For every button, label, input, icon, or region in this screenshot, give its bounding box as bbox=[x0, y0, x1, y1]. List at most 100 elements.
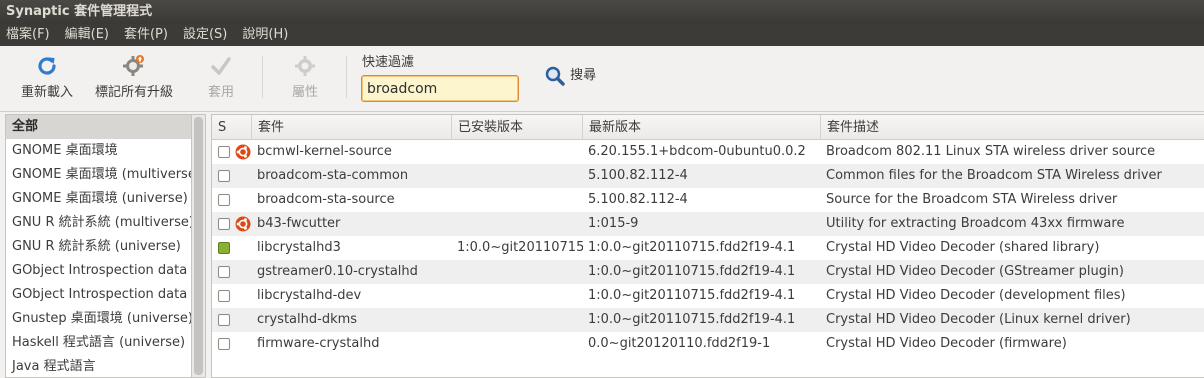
properties-button[interactable]: 屬性 bbox=[284, 54, 326, 100]
section-item[interactable]: GNOME 桌面環境 bbox=[6, 139, 191, 163]
table-row[interactable]: bcmwl-kernel-source 6.20.155.1+bdcom-0ubu… bbox=[212, 140, 1204, 164]
status-checkbox[interactable] bbox=[218, 218, 230, 230]
upgrade-gear-icon bbox=[123, 55, 144, 76]
package-description: Source for the Broadcom STA Wireless dri… bbox=[826, 192, 1118, 207]
section-item[interactable]: GNU R 統計系統 (multiverse) bbox=[6, 211, 191, 235]
quick-filter-input[interactable] bbox=[361, 75, 519, 102]
installed-version bbox=[452, 260, 583, 284]
installed-version bbox=[452, 140, 583, 164]
properties-label: 屬性 bbox=[291, 85, 318, 100]
latest-version: 1:0.0~git20110715.fdd2f19-4.1 bbox=[588, 312, 796, 327]
ubuntu-logo-icon bbox=[235, 216, 251, 232]
installed-version bbox=[452, 308, 583, 332]
status-checkbox[interactable] bbox=[218, 242, 230, 254]
section-item[interactable]: 全部 bbox=[6, 115, 191, 139]
latest-version: 5.100.82.112-4 bbox=[588, 192, 688, 207]
latest-version: 0.0~git20120110.fdd2f19-1 bbox=[588, 336, 771, 351]
section-list: 全部 GNOME 桌面環境 GNOME 桌面環境 (multiverse) GN… bbox=[5, 114, 192, 378]
latest-version: 1:0.0~git20110715.fdd2f19-4.1 bbox=[588, 288, 796, 303]
mark-all-upgrades-label: 標記所有升級 bbox=[94, 85, 173, 100]
package-description: Crystal HD Video Decoder (firmware) bbox=[826, 336, 1067, 351]
menu-bar: 檔案(F) 編輯(E) 套件(P) 設定(S) 說明(H) bbox=[0, 24, 1204, 46]
latest-version: 1:0.0~git20110715.fdd2f19-4.1 bbox=[588, 240, 796, 255]
package-description: Common files for the Broadcom STA Wirele… bbox=[826, 168, 1162, 183]
column-description[interactable]: 套件描述 bbox=[821, 115, 1204, 140]
section-item[interactable]: GNU R 統計系統 (universe) bbox=[6, 235, 191, 259]
installed-version bbox=[452, 332, 583, 356]
section-item[interactable]: Haskell 程式語言 (universe) bbox=[6, 331, 191, 355]
section-list-scrollbar[interactable] bbox=[192, 114, 206, 378]
apply-button[interactable]: 套用 bbox=[200, 54, 242, 100]
package-name: bcmwl-kernel-source bbox=[257, 144, 392, 159]
latest-version: 6.20.155.1+bdcom-0ubuntu0.0.2 bbox=[588, 144, 806, 159]
package-name: gstreamer0.10-crystalhd bbox=[257, 264, 418, 279]
package-name: broadcom-sta-common bbox=[257, 168, 409, 183]
search-button[interactable]: 搜尋 bbox=[544, 64, 596, 88]
status-checkbox[interactable] bbox=[218, 170, 230, 182]
table-row[interactable]: b43-fwcutter 1:015-9 Utility for extractin… bbox=[212, 212, 1204, 236]
section-item[interactable]: GObject Introspection data bbox=[6, 259, 191, 283]
package-description: Broadcom 802.11 Linux STA wireless drive… bbox=[826, 144, 1156, 159]
installed-version bbox=[452, 164, 583, 188]
menu-file[interactable]: 檔案(F) bbox=[0, 24, 55, 46]
package-description: Crystal HD Video Decoder (shared library… bbox=[826, 240, 1100, 255]
status-checkbox[interactable] bbox=[218, 194, 230, 206]
installed-version bbox=[452, 188, 583, 212]
reload-icon bbox=[38, 57, 56, 75]
package-name: b43-fwcutter bbox=[257, 216, 341, 231]
table-row[interactable]: libcrystalhd3 1:0.0~git20110715. 1:0.0~git… bbox=[212, 236, 1204, 260]
ubuntu-logo-icon bbox=[235, 144, 251, 160]
reload-label: 重新載入 bbox=[20, 85, 73, 100]
column-latest-version[interactable]: 最新版本 bbox=[583, 115, 821, 140]
table-row[interactable]: broadcom-sta-source 5.100.82.112-4 Source … bbox=[212, 188, 1204, 212]
section-item[interactable]: GNOME 桌面環境 (universe) bbox=[6, 187, 191, 211]
toolbar-separator bbox=[262, 56, 263, 98]
package-table: S 套件 已安裝版本 最新版本 套件描述 bcmwl-kernel-source… bbox=[211, 114, 1204, 378]
table-row[interactable]: broadcom-sta-common 5.100.82.112-4 Common … bbox=[212, 164, 1204, 188]
menu-help[interactable]: 說明(H) bbox=[236, 24, 293, 46]
package-name: broadcom-sta-source bbox=[257, 192, 395, 207]
menu-settings[interactable]: 設定(S) bbox=[177, 24, 232, 46]
scrollbar-thumb[interactable] bbox=[194, 117, 203, 375]
search-label: 搜尋 bbox=[570, 68, 597, 83]
table-header: S 套件 已安裝版本 最新版本 套件描述 bbox=[212, 115, 1204, 140]
window-title: Synaptic 套件管理程式 bbox=[0, 0, 1204, 24]
table-row[interactable]: firmware-crystalhd 0.0~git20120110.fdd2f1… bbox=[212, 332, 1204, 356]
reload-button[interactable]: 重新載入 bbox=[16, 54, 78, 100]
installed-version: 1:0.0~git20110715. bbox=[457, 240, 583, 255]
properties-gear-icon bbox=[295, 56, 315, 76]
apply-label: 套用 bbox=[207, 85, 234, 100]
menu-edit[interactable]: 編輯(E) bbox=[59, 24, 114, 46]
table-row[interactable]: crystalhd-dkms 1:0.0~git20110715.fdd2f19-… bbox=[212, 308, 1204, 332]
status-checkbox[interactable] bbox=[218, 338, 230, 350]
package-name: crystalhd-dkms bbox=[257, 312, 358, 327]
latest-version: 1:015-9 bbox=[588, 216, 639, 231]
package-name: firmware-crystalhd bbox=[257, 336, 380, 351]
search-icon bbox=[545, 66, 565, 86]
mark-all-upgrades-button[interactable]: 標記所有升級 bbox=[88, 54, 180, 100]
package-description: Crystal HD Video Decoder (development fi… bbox=[826, 288, 1126, 303]
status-checkbox[interactable] bbox=[218, 266, 230, 278]
latest-version: 1:0.0~git20110715.fdd2f19-4.1 bbox=[588, 264, 796, 279]
quick-filter-label: 快速過濾 bbox=[362, 55, 415, 70]
checkmark-icon bbox=[211, 57, 231, 75]
column-package[interactable]: 套件 bbox=[252, 115, 452, 140]
section-item[interactable]: GNOME 桌面環境 (multiverse) bbox=[6, 163, 191, 187]
table-row[interactable]: libcrystalhd-dev 1:0.0~git20110715.fdd2f1… bbox=[212, 284, 1204, 308]
section-item[interactable]: GObject Introspection data bbox=[6, 283, 191, 307]
package-name: libcrystalhd3 bbox=[257, 240, 341, 255]
column-installed-version[interactable]: 已安裝版本 bbox=[452, 115, 583, 140]
column-status[interactable]: S bbox=[212, 115, 252, 140]
package-description: Crystal HD Video Decoder (Linux kernel d… bbox=[826, 312, 1131, 327]
package-description: Crystal HD Video Decoder (GStreamer plug… bbox=[826, 264, 1124, 279]
status-checkbox[interactable] bbox=[218, 290, 230, 302]
status-checkbox[interactable] bbox=[218, 314, 230, 326]
status-checkbox[interactable] bbox=[218, 146, 230, 158]
section-item[interactable]: Gnustep 桌面環境 (universe) bbox=[6, 307, 191, 331]
installed-version bbox=[452, 212, 583, 236]
table-row[interactable]: gstreamer0.10-crystalhd 1:0.0~git20110715… bbox=[212, 260, 1204, 284]
menu-package[interactable]: 套件(P) bbox=[118, 24, 173, 46]
toolbar: 重新載入 標記所有升級 套用 屬性 bbox=[0, 46, 1204, 112]
section-item[interactable]: Java 程式語言 bbox=[6, 355, 191, 377]
package-description: Utility for extracting Broadcom 43xx fir… bbox=[826, 216, 1125, 231]
